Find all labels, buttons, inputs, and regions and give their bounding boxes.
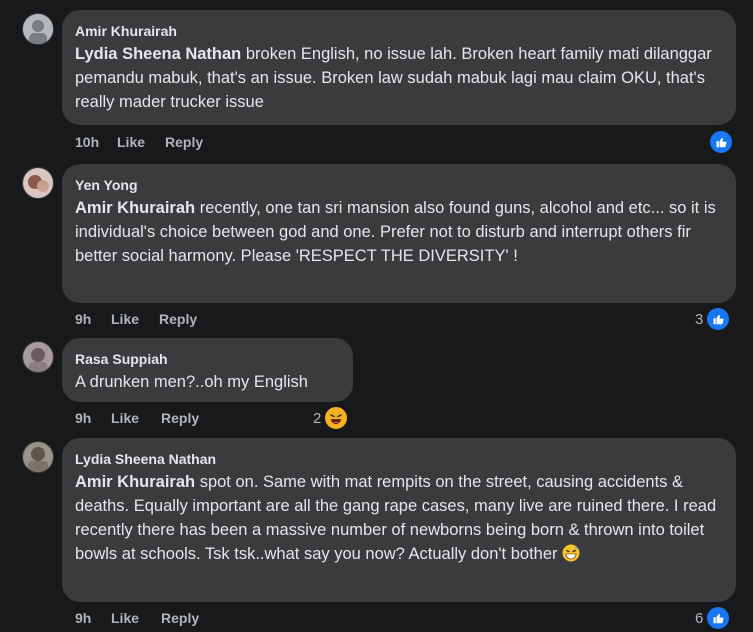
comment-text: Lydia Sheena Nathan broken English, no i… xyxy=(75,42,724,114)
comment-bubble: Yen Yong Amir Khurairah recently, one ta… xyxy=(62,164,736,303)
reaction-count: 3 xyxy=(695,310,704,328)
reaction-summary[interactable]: 2 xyxy=(313,405,350,431)
avatar-image xyxy=(23,168,53,198)
reaction-count: 2 xyxy=(313,409,322,427)
comment-time[interactable]: 9h xyxy=(75,311,111,327)
avatar-image xyxy=(23,342,53,372)
comment-body: A drunken men?..oh my English xyxy=(75,373,308,391)
comment-author[interactable]: Yen Yong xyxy=(75,176,724,194)
avatar[interactable] xyxy=(22,13,54,45)
mention-link[interactable]: Lydia Sheena Nathan xyxy=(75,45,241,63)
comment-actions: 9h Like Reply xyxy=(75,410,199,426)
comment-text: Amir Khurairah spot on. Same with mat re… xyxy=(75,470,724,569)
comment-actions: 10h Like Reply xyxy=(75,134,203,150)
reaction-summary[interactable]: 3 xyxy=(695,306,732,332)
thumbs-up-icon xyxy=(708,129,734,155)
thumbs-up-icon xyxy=(705,306,732,332)
reaction-summary[interactable]: 6 xyxy=(695,605,732,631)
comment: Yen Yong Amir Khurairah recently, one ta… xyxy=(0,160,753,338)
grinning-sweat-emoji-icon xyxy=(562,544,580,569)
like-button[interactable]: Like xyxy=(111,410,161,426)
comment-time[interactable]: 9h xyxy=(75,610,111,626)
like-button[interactable]: Like xyxy=(117,134,165,150)
mention-link[interactable]: Amir Khurairah xyxy=(75,199,195,217)
comment-bubble: Lydia Sheena Nathan Amir Khurairah spot … xyxy=(62,438,736,602)
comment: Amir Khurairah Lydia Sheena Nathan broke… xyxy=(0,0,753,160)
mention-link[interactable]: Amir Khurairah xyxy=(75,473,195,491)
avatar[interactable] xyxy=(22,167,54,199)
laughing-emoji-icon xyxy=(323,405,350,431)
like-button[interactable]: Like xyxy=(111,610,161,626)
comment-author[interactable]: Lydia Sheena Nathan xyxy=(75,450,724,468)
comment-actions: 9h Like Reply xyxy=(75,610,199,626)
comment-bubble: Amir Khurairah Lydia Sheena Nathan broke… xyxy=(62,10,736,125)
comment-bubble: Rasa Suppiah A drunken men?..oh my Engli… xyxy=(62,338,353,402)
reply-button[interactable]: Reply xyxy=(159,311,197,327)
reply-button[interactable]: Reply xyxy=(161,610,199,626)
comment: Rasa Suppiah A drunken men?..oh my Engli… xyxy=(0,338,753,438)
thumbs-up-icon xyxy=(705,605,732,631)
comment: Lydia Sheena Nathan Amir Khurairah spot … xyxy=(0,438,753,632)
like-button[interactable]: Like xyxy=(111,311,159,327)
comment-time[interactable]: 10h xyxy=(75,134,117,150)
comment-text: Amir Khurairah recently, one tan sri man… xyxy=(75,196,724,268)
avatar[interactable] xyxy=(22,341,54,373)
comment-actions: 9h Like Reply xyxy=(75,311,197,327)
avatar-image xyxy=(23,14,53,44)
avatar[interactable] xyxy=(22,441,54,473)
reply-button[interactable]: Reply xyxy=(161,410,199,426)
reaction-summary[interactable] xyxy=(708,129,734,155)
comment-time[interactable]: 9h xyxy=(75,410,111,426)
comment-author[interactable]: Rasa Suppiah xyxy=(75,350,341,368)
reaction-count: 6 xyxy=(695,609,704,627)
comment-author[interactable]: Amir Khurairah xyxy=(75,22,724,40)
comment-text: A drunken men?..oh my English xyxy=(75,370,341,394)
avatar-image xyxy=(23,442,53,472)
reply-button[interactable]: Reply xyxy=(165,134,203,150)
